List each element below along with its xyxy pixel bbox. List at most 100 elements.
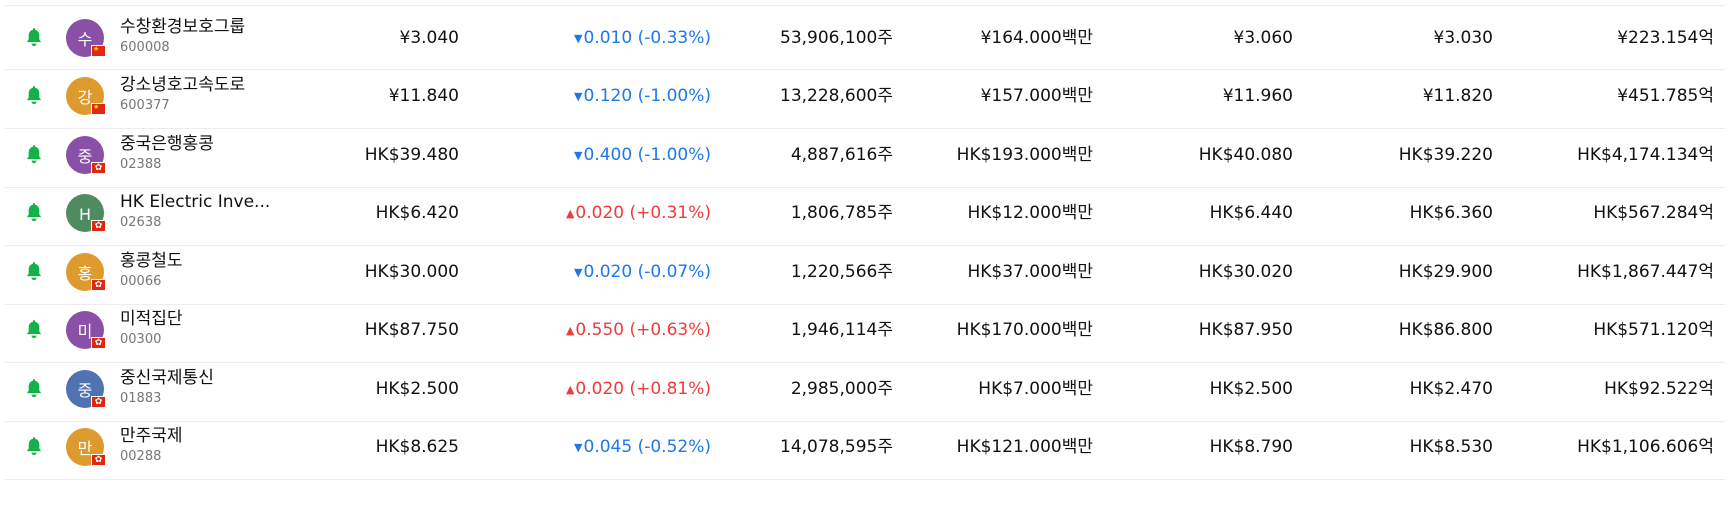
triangle-down-icon: ▼ [574, 441, 583, 454]
market-cap: HK$1,106.606억 [1577, 437, 1714, 457]
change-value: 0.120 (-1.00%) [583, 86, 711, 106]
last-price: HK$30.000 [364, 262, 459, 282]
flag-bauhinia: ✿ [94, 221, 103, 231]
stock-code: 00300 [120, 332, 162, 347]
day-low: HK$8.530 [1409, 437, 1493, 457]
turnover: HK$121.000백만 [956, 437, 1093, 457]
stock-code: 01883 [120, 391, 162, 406]
bell-icon[interactable] [23, 144, 45, 166]
volume: 1,220,566주 [790, 262, 893, 282]
stock-name[interactable]: 수창환경보호그룹 [120, 16, 270, 38]
stock-name[interactable]: 홍콩철도 [120, 250, 270, 272]
price-change: ▼0.045 (-0.52%) [511, 436, 711, 460]
stock-name[interactable]: 강소녕호고속도로 [120, 74, 270, 96]
avatar: H ✿ [66, 194, 106, 232]
day-high: HK$40.080 [1198, 145, 1293, 165]
avatar: 미 ✿ [66, 311, 106, 349]
price-change: ▼0.020 (-0.07%) [511, 261, 711, 285]
hong-kong-flag-icon: ✿ [91, 454, 106, 466]
table-row[interactable]: 강 ★ 강소녕호고속도로 600377 ¥11.840 ▼0.120 (-1.0… [5, 64, 1725, 129]
market-cap: HK$4,174.134억 [1577, 145, 1714, 165]
stock-code: 600008 [120, 40, 170, 55]
price-change: ▼0.010 (-0.33%) [511, 27, 711, 51]
turnover: HK$12.000백만 [967, 203, 1093, 223]
day-high: HK$8.790 [1209, 437, 1293, 457]
volume: 14,078,595주 [780, 437, 893, 457]
table-row[interactable]: 만 ✿ 만주국제 00288 HK$8.625 ▼0.045 (-0.52%) … [5, 415, 1725, 480]
bell-icon[interactable] [23, 27, 45, 49]
triangle-down-icon: ▼ [574, 266, 583, 279]
change-value: 0.045 (-0.52%) [583, 437, 711, 457]
bell-icon[interactable] [23, 436, 45, 458]
turnover: HK$170.000백만 [956, 320, 1093, 340]
table-row[interactable]: 수 ★ 수창환경보호그룹 600008 ¥3.040 ▼0.010 (-0.33… [5, 5, 1725, 70]
stock-name[interactable]: 만주국제 [120, 425, 270, 447]
flag-star: ★ [93, 45, 100, 53]
price-change: ▲0.020 (+0.31%) [511, 202, 711, 226]
market-cap: HK$571.120억 [1593, 320, 1714, 340]
bell-icon[interactable] [23, 378, 45, 400]
day-low: HK$39.220 [1398, 145, 1493, 165]
turnover: HK$7.000백만 [978, 379, 1093, 399]
hong-kong-flag-icon: ✿ [91, 162, 106, 174]
bell-icon[interactable] [23, 202, 45, 224]
stock-name[interactable]: HK Electric Inve... [120, 191, 270, 213]
stock-name[interactable]: 미적집단 [120, 308, 270, 330]
hong-kong-flag-icon: ✿ [91, 337, 106, 349]
market-cap: HK$567.284억 [1593, 203, 1714, 223]
stock-code: 600377 [120, 98, 170, 113]
price-change: ▲0.020 (+0.81%) [511, 378, 711, 402]
stock-code: 00288 [120, 449, 162, 464]
china-flag-icon: ★ [91, 103, 106, 115]
volume: 53,906,100주 [780, 28, 893, 48]
avatar: 홍 ✿ [66, 253, 106, 291]
turnover: ¥157.000백만 [980, 86, 1093, 106]
change-value: 0.020 (+0.81%) [575, 379, 711, 399]
last-price: HK$2.500 [375, 379, 459, 399]
hong-kong-flag-icon: ✿ [91, 396, 106, 408]
triangle-up-icon: ▲ [565, 324, 575, 337]
bell-icon[interactable] [23, 85, 45, 107]
bell-icon[interactable] [23, 319, 45, 341]
stock-name[interactable]: 중국은행홍콩 [120, 133, 270, 155]
day-high: HK$2.500 [1209, 379, 1293, 399]
volume: 13,228,600주 [780, 86, 893, 106]
flag-bauhinia: ✿ [94, 338, 103, 348]
day-high: HK$30.020 [1198, 262, 1293, 282]
flag-star: ★ [93, 103, 100, 111]
price-change: ▼0.120 (-1.00%) [511, 85, 711, 109]
avatar: 중 ✿ [66, 136, 106, 174]
table-row[interactable]: 미 ✿ 미적집단 00300 HK$87.750 ▲0.550 (+0.63%)… [5, 298, 1725, 363]
day-low: ¥3.030 [1433, 28, 1493, 48]
flag-bauhinia: ✿ [94, 163, 103, 173]
table-row[interactable]: 중 ✿ 중국은행홍콩 02388 HK$39.480 ▼0.400 (-1.00… [5, 123, 1725, 188]
change-value: 0.550 (+0.63%) [575, 320, 711, 340]
price-change: ▼0.400 (-1.00%) [511, 144, 711, 168]
market-cap: ¥451.785억 [1617, 86, 1714, 106]
day-low: HK$86.800 [1398, 320, 1493, 340]
bell-icon[interactable] [23, 261, 45, 283]
stock-name[interactable]: 중신국제통신 [120, 367, 270, 389]
volume: 1,946,114주 [790, 320, 893, 340]
triangle-down-icon: ▼ [574, 90, 583, 103]
last-price: HK$87.750 [364, 320, 459, 340]
change-value: 0.020 (+0.31%) [575, 203, 711, 223]
day-low: HK$2.470 [1409, 379, 1493, 399]
change-value: 0.400 (-1.00%) [583, 145, 711, 165]
stock-code: 02638 [120, 215, 162, 230]
market-cap: ¥223.154억 [1617, 28, 1714, 48]
china-flag-icon: ★ [91, 45, 106, 57]
stock-table: 수 ★ 수창환경보호그룹 600008 ¥3.040 ▼0.010 (-0.33… [0, 0, 1731, 523]
table-row[interactable]: H ✿ HK Electric Inve... 02638 HK$6.420 ▲… [5, 181, 1725, 246]
last-price: ¥3.040 [399, 28, 459, 48]
turnover: HK$193.000백만 [956, 145, 1093, 165]
change-value: 0.020 (-0.07%) [583, 262, 711, 282]
last-price: HK$8.625 [375, 437, 459, 457]
table-row[interactable]: 홍 ✿ 홍콩철도 00066 HK$30.000 ▼0.020 (-0.07%)… [5, 240, 1725, 305]
change-value: 0.010 (-0.33%) [583, 28, 711, 48]
last-price: ¥11.840 [388, 86, 459, 106]
turnover: HK$37.000백만 [967, 262, 1093, 282]
day-high: ¥11.960 [1222, 86, 1293, 106]
turnover: ¥164.000백만 [980, 28, 1093, 48]
table-row[interactable]: 중 ✿ 중신국제통신 01883 HK$2.500 ▲0.020 (+0.81%… [5, 357, 1725, 422]
